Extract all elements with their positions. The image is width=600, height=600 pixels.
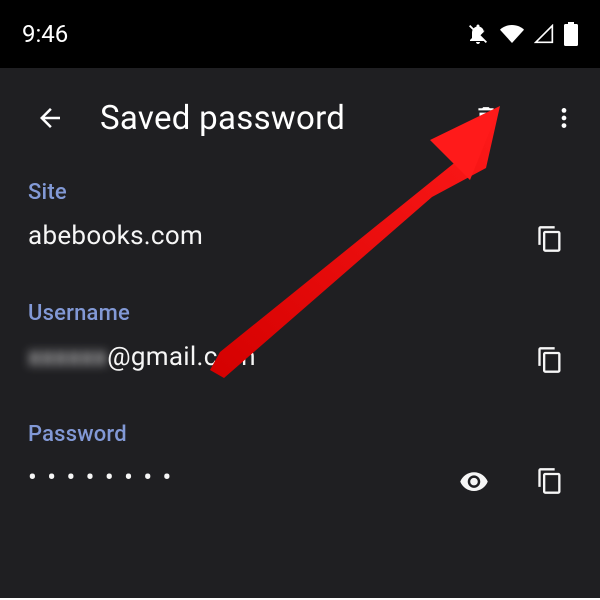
- username-suffix: @gmail.com: [107, 342, 256, 372]
- field-site: Site abebooks.com: [0, 168, 600, 281]
- phone-screen: 9:46 Saved password Site ab: [0, 0, 600, 598]
- app-bar: Saved password: [0, 68, 600, 168]
- more-button[interactable]: [542, 96, 586, 140]
- copy-password-button[interactable]: [528, 459, 572, 503]
- username-label: Username: [28, 301, 572, 326]
- username-blurred: xxxxxx: [28, 342, 107, 372]
- dnd-icon: [466, 22, 490, 46]
- password-value[interactable]: • • • • • • • •: [28, 457, 452, 515]
- field-username: Username xxxxxx@gmail.com: [0, 289, 600, 402]
- password-label: Password: [28, 422, 572, 447]
- battery-icon: [564, 22, 578, 46]
- status-bar: 9:46: [0, 0, 600, 68]
- site-value[interactable]: abebooks.com: [28, 215, 528, 273]
- signal-icon: [534, 24, 554, 44]
- wifi-icon: [500, 22, 524, 46]
- username-value[interactable]: xxxxxx@gmail.com: [28, 336, 528, 394]
- status-time: 9:46: [22, 20, 68, 48]
- copy-site-button[interactable]: [528, 217, 572, 261]
- status-icons: [466, 22, 578, 46]
- back-button[interactable]: [28, 96, 72, 140]
- site-label: Site: [28, 180, 572, 205]
- show-password-button[interactable]: [452, 459, 496, 503]
- delete-button[interactable]: [464, 96, 508, 140]
- field-password: Password • • • • • • • •: [0, 410, 600, 523]
- copy-username-button[interactable]: [528, 338, 572, 382]
- content-area: Saved password Site abebooks.com Us: [0, 68, 600, 598]
- page-title: Saved password: [100, 99, 430, 138]
